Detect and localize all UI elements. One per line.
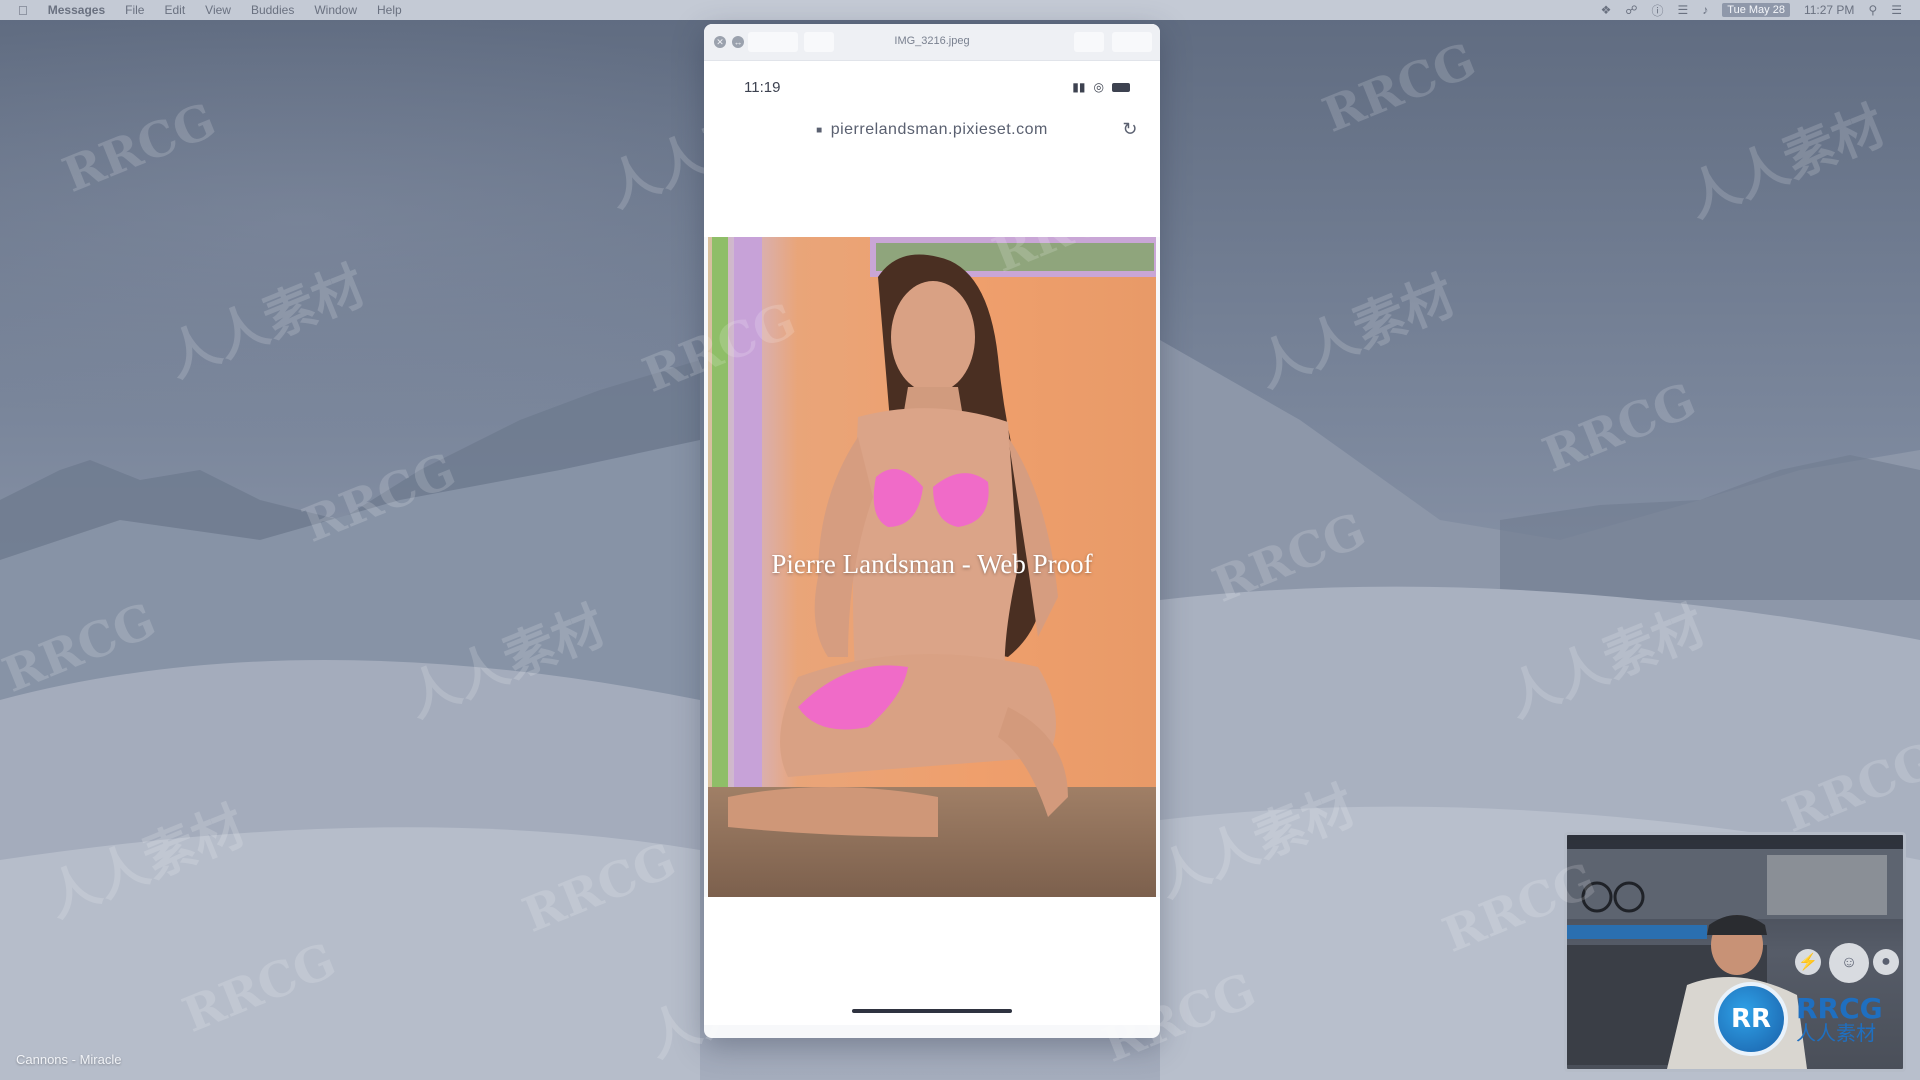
page-footer-space <box>704 897 1160 1025</box>
menu-help[interactable]: Help <box>377 3 402 17</box>
volume-icon[interactable]: ♪ <box>1702 3 1708 17</box>
rrcg-logo: RR RRCG 人人素材 <box>1714 982 1883 1056</box>
info-icon[interactable]: ⓘ <box>1651 2 1663 19</box>
cellular-signal-icon: ▮▮ <box>1072 80 1086 94</box>
menu-window[interactable]: Window <box>314 3 357 17</box>
now-playing-label: Cannons - Miracle <box>16 1052 122 1067</box>
hero-photo: Pierre Landsman - Web Proof <box>708 237 1156 897</box>
battery-icon <box>1112 82 1130 92</box>
menu-bar:  Messages File Edit View Buddies Window… <box>0 0 1920 20</box>
logo-subtitle: 人人素材 <box>1796 1021 1876 1045</box>
logo-badge: RR <box>1714 982 1788 1056</box>
menu-view[interactable]: View <box>205 3 231 17</box>
quicklook-window: ✕ ↔ IMG_3216.jpeg 11:19 ▮▮ ◎ ■ pierrelan… <box>704 24 1160 1038</box>
dropbox-icon[interactable]: ❖ <box>1601 3 1612 17</box>
phone-status-bar: 11:19 ▮▮ ◎ <box>704 61 1160 113</box>
wifi-icon[interactable]: ☰ <box>1678 3 1689 17</box>
notification-center-icon[interactable]: ☰ <box>1891 3 1902 17</box>
url-text[interactable]: pierrelandsman.pixieset.com <box>831 121 1048 139</box>
window-title: IMG_3216.jpeg <box>894 35 970 47</box>
menu-file[interactable]: File <box>125 3 144 17</box>
apple-menu-icon[interactable]:  <box>18 3 28 18</box>
hero-title: Pierre Landsman - Web Proof <box>771 549 1093 579</box>
safari-address-bar[interactable]: ■ pierrelandsman.pixieset.com ↻ <box>704 113 1160 147</box>
page-header-space <box>704 147 1160 237</box>
menubar-clock[interactable]: 11:27 PM <box>1804 3 1854 17</box>
shield-icon[interactable]: ☍ <box>1625 3 1637 17</box>
menu-buddies[interactable]: Buddies <box>251 3 294 17</box>
lightning-icon[interactable]: ⚡ <box>1795 949 1821 975</box>
menubar-date[interactable]: Tue May 28 <box>1722 3 1790 17</box>
reload-icon[interactable]: ↻ <box>1122 119 1138 140</box>
window-titlebar[interactable]: ✕ ↔ IMG_3216.jpeg <box>704 24 1160 61</box>
wifi-icon: ◎ <box>1093 80 1104 94</box>
effects-icon[interactable]: ● <box>1873 949 1899 975</box>
lock-icon: ■ <box>816 124 823 136</box>
menu-app-name[interactable]: Messages <box>48 3 105 17</box>
home-indicator <box>852 1009 1012 1013</box>
logo-name: RRCG <box>1796 992 1883 1025</box>
camera-flip-icon[interactable]: ☺ <box>1829 943 1869 983</box>
phone-time: 11:19 <box>744 78 781 96</box>
menu-edit[interactable]: Edit <box>164 3 185 17</box>
search-icon[interactable]: ⚲ <box>1868 3 1877 17</box>
